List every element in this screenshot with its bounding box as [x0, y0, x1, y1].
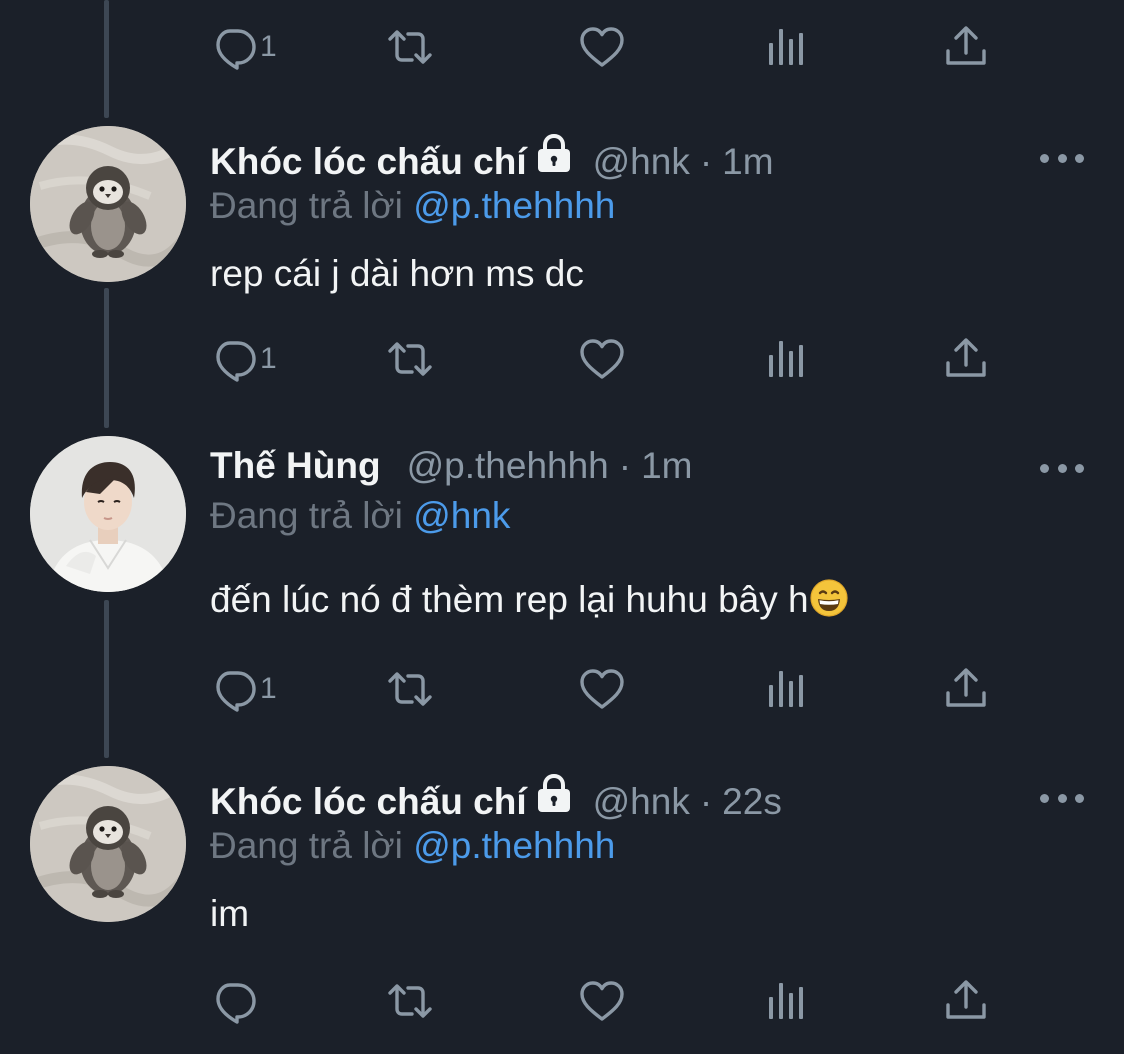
tweet-header: Thế Hùng @p.thehhhh · 1m: [210, 444, 693, 488]
tweet-actions: 1: [210, 664, 1000, 714]
reply-button[interactable]: 1: [210, 22, 277, 72]
more-icon[interactable]: [1040, 788, 1084, 808]
reply-count: 1: [260, 672, 277, 705]
retweet-button[interactable]: [386, 334, 434, 384]
reply-icon: [210, 665, 258, 713]
display-name[interactable]: Khóc lóc chấu chí: [210, 780, 527, 824]
share-icon: [942, 23, 990, 71]
more-icon[interactable]: [1040, 148, 1084, 168]
stats-button[interactable]: [762, 334, 810, 384]
separator: ·: [618, 445, 632, 486]
replying-to-label: Đang trả lời: [210, 825, 403, 866]
display-name[interactable]: Khóc lóc chấu chí: [210, 140, 527, 184]
avatar[interactable]: [30, 126, 186, 282]
tweet-actions: 1: [210, 334, 1000, 384]
avatar-image: [30, 436, 186, 592]
reply-thread: 1 Khóc lóc chấu chí @hnk · 1m Đang trả l…: [0, 0, 1124, 1054]
reply-button[interactable]: [210, 976, 260, 1026]
retweet-icon: [386, 335, 434, 383]
lock-icon: [533, 774, 575, 808]
like-icon: [578, 23, 626, 71]
timestamp[interactable]: 1m: [722, 140, 773, 184]
retweet-icon: [386, 23, 434, 71]
stats-icon: [762, 977, 810, 1025]
handle[interactable]: @p.thehhhh: [407, 444, 609, 488]
replying-to-handle[interactable]: @hnk: [413, 495, 510, 536]
avatar[interactable]: [30, 436, 186, 592]
thread-line: [104, 288, 109, 428]
reply-button[interactable]: 1: [210, 334, 277, 384]
replying-to: Đang trả lời @hnk: [210, 494, 510, 538]
reply-button[interactable]: 1: [210, 664, 277, 714]
like-button[interactable]: [578, 976, 626, 1026]
replying-to: Đang trả lời @p.thehhhh: [210, 184, 615, 228]
like-button[interactable]: [578, 22, 626, 72]
reply-icon: [210, 23, 258, 71]
timestamp[interactable]: 1m: [641, 444, 692, 488]
like-icon: [578, 335, 626, 383]
replying-to-label: Đang trả lời: [210, 185, 403, 226]
like-button[interactable]: [578, 334, 626, 384]
tweet-text: đến lúc nó đ thèm rep lại huhu bây h: [210, 579, 809, 620]
thread-line: [104, 600, 109, 758]
thread-line: [104, 0, 109, 118]
avatar-image: [30, 126, 186, 282]
replying-to-handle[interactable]: @p.thehhhh: [413, 825, 615, 866]
share-button[interactable]: [942, 22, 990, 72]
replying-to: Đang trả lời @p.thehhhh: [210, 824, 615, 868]
timestamp[interactable]: 22s: [722, 780, 782, 824]
share-button[interactable]: [942, 334, 990, 384]
reply-count: 1: [260, 342, 277, 375]
retweet-icon: [386, 977, 434, 1025]
handle[interactable]: @hnk: [593, 780, 690, 824]
replying-to-handle[interactable]: @p.thehhhh: [413, 185, 615, 226]
like-button[interactable]: [578, 664, 626, 714]
stats-button[interactable]: [762, 976, 810, 1026]
tweet-text: rep cái j dài hơn ms dc: [210, 253, 584, 294]
display-name[interactable]: Thế Hùng: [210, 444, 381, 488]
reply-icon: [210, 335, 258, 383]
share-icon: [942, 977, 990, 1025]
stats-icon: [762, 335, 810, 383]
tweet-header: Khóc lóc chấu chí @hnk · 1m: [210, 134, 774, 184]
more-icon[interactable]: [1040, 458, 1084, 478]
retweet-button[interactable]: [386, 22, 434, 72]
like-icon: [578, 977, 626, 1025]
replying-to-label: Đang trả lời: [210, 495, 403, 536]
retweet-button[interactable]: [386, 976, 434, 1026]
retweet-button[interactable]: [386, 664, 434, 714]
lock-icon: [533, 134, 575, 168]
stats-icon: [762, 23, 810, 71]
share-button[interactable]: [942, 664, 990, 714]
avatar-image: [30, 766, 186, 922]
stats-button[interactable]: [762, 664, 810, 714]
avatar[interactable]: [30, 766, 186, 922]
handle[interactable]: @hnk: [593, 140, 690, 184]
stats-button[interactable]: [762, 22, 810, 72]
stats-icon: [762, 665, 810, 713]
tweet-text-container: đến lúc nó đ thèm rep lại huhu bây h: [210, 578, 849, 622]
tweet-text: im: [210, 893, 250, 934]
share-icon: [942, 665, 990, 713]
retweet-icon: [386, 665, 434, 713]
reply-count: 1: [260, 30, 277, 63]
separator: ·: [699, 781, 713, 822]
grinning-face-emoji: [809, 578, 849, 618]
separator: ·: [699, 141, 713, 182]
share-icon: [942, 335, 990, 383]
like-icon: [578, 665, 626, 713]
tweet-actions: [210, 976, 1000, 1026]
reply-icon: [210, 977, 258, 1025]
share-button[interactable]: [942, 976, 990, 1026]
tweet-actions: 1: [210, 22, 1000, 72]
tweet-header: Khóc lóc chấu chí @hnk · 22s: [210, 774, 782, 824]
